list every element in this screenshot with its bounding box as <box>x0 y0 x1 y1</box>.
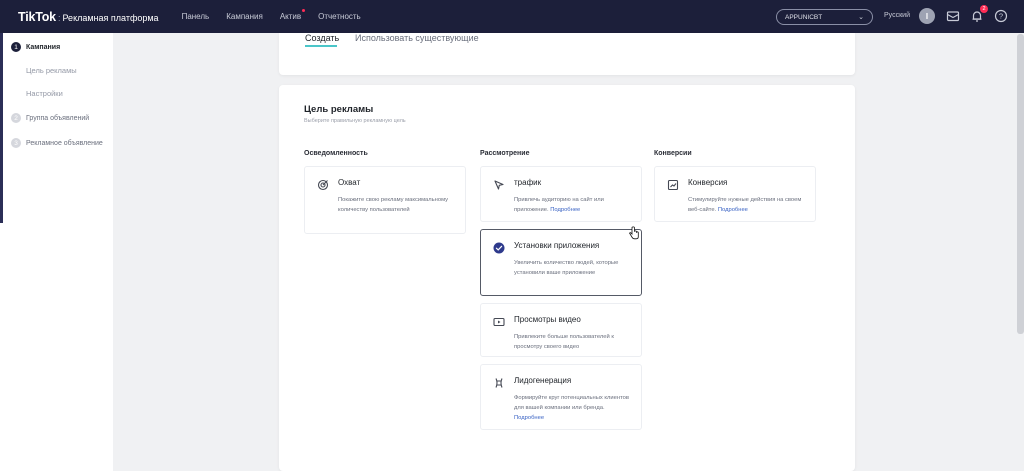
video-icon <box>493 317 505 327</box>
tab-create[interactable]: Создать <box>305 33 339 43</box>
cursor-arrow-icon <box>494 180 504 190</box>
sidebar-substep-goal[interactable]: Цель рекламы <box>26 66 77 75</box>
lead-icon <box>495 378 503 388</box>
learn-more-link[interactable]: Подробнее <box>514 415 544 421</box>
nav-reporting[interactable]: Отчетность <box>318 12 361 21</box>
campaign-tabs-card: Создать Использовать существующие <box>279 33 855 75</box>
tiktok-ads-logo[interactable]: TikTok : Рекламная платформа <box>18 10 159 24</box>
step-label: Кампания <box>26 43 61 51</box>
objective-description: Формируйте круг потенциальных клиентов д… <box>514 395 629 421</box>
svg-text:?: ? <box>999 12 1003 21</box>
nav-campaign[interactable]: Кампания <box>226 12 263 21</box>
account-name: APPUNICBT <box>785 13 823 21</box>
column-header-conversions: Конверсии <box>654 150 692 157</box>
sidebar-step-adgroup[interactable]: 2 Группа объявлений <box>11 113 89 123</box>
sidebar-step-campaign[interactable]: 1 Кампания <box>11 42 60 52</box>
objective-title: Охват <box>338 178 361 187</box>
step-number: 3 <box>11 138 21 148</box>
main-nav: Панель Кампания Актив Отчетность <box>182 9 378 21</box>
learn-more-link[interactable]: Подробнее <box>550 207 580 213</box>
check-circle-icon <box>493 242 505 254</box>
objective-title: Установки приложения <box>514 241 600 250</box>
chevron-down-icon: ⌄ <box>858 14 864 21</box>
step-label: Рекламное объявление <box>26 139 103 147</box>
step-number: 1 <box>11 42 21 52</box>
advertising-goal-card: Цель рекламы Выберите правильную рекламн… <box>279 85 855 471</box>
sidebar-step-ad[interactable]: 3 Рекламное объявление <box>11 138 103 148</box>
learn-more-link[interactable]: Подробнее <box>718 207 748 213</box>
step-label: Группа объявлений <box>26 114 90 122</box>
tab-use-existing[interactable]: Использовать существующие <box>355 33 479 43</box>
section-subtitle: Выберите правильную рекламную цель <box>304 118 406 124</box>
objective-card-traffic[interactable]: трафик Привлечь аудиторию на сайт или пр… <box>480 166 642 222</box>
mail-icon[interactable] <box>946 9 960 23</box>
avatar[interactable]: I <box>919 8 935 24</box>
logo-main-text: TikTok <box>18 9 56 24</box>
objective-card-lead-generation[interactable]: Лидогенерация Формируйте круг потенциаль… <box>480 364 642 430</box>
objective-card-app-installs[interactable]: Установки приложения Увеличить количеств… <box>480 229 642 296</box>
objective-description: Стимулируйте нужные действия на своем ве… <box>688 197 802 213</box>
sidebar-edge <box>0 33 3 223</box>
tab-active-underline <box>305 45 337 47</box>
reach-icon <box>317 179 329 191</box>
conversion-icon <box>667 179 679 191</box>
objective-title: трафик <box>514 178 542 187</box>
account-selector[interactable]: APPUNICBT ⌄ <box>776 9 873 25</box>
objective-title: Лидогенерация <box>514 376 572 385</box>
section-title: Цель рекламы <box>304 104 374 115</box>
page-scrollbar[interactable] <box>1017 34 1024 334</box>
nav-assets-dot <box>302 9 306 12</box>
column-header-awareness: Осведомленность <box>304 150 368 157</box>
logo-separator: : <box>57 12 61 23</box>
objective-card-conversion[interactable]: Конверсия Стимулируйте нужные действия н… <box>654 166 816 222</box>
logo-sub-text: Рекламная платформа <box>62 12 159 23</box>
step-number: 2 <box>11 113 21 123</box>
language-selector[interactable]: Русский <box>884 12 910 19</box>
nav-assets-label: Актив <box>279 12 302 21</box>
left-sidebar <box>0 33 113 471</box>
objective-card-reach[interactable]: Охват Покажите свою рекламу максимальном… <box>304 166 466 234</box>
hand-pointer-icon <box>629 226 639 240</box>
sidebar-substep-settings[interactable]: Настройки <box>26 89 63 98</box>
objective-card-video-views[interactable]: Просмотры видео Привлеките больше пользо… <box>480 303 642 357</box>
objective-description: Покажите свою рекламу максимальному коли… <box>338 197 449 213</box>
nav-dashboard[interactable]: Панель <box>182 12 210 21</box>
notification-badge: 2 <box>980 5 988 13</box>
objective-description: Привлеките больше пользователей к просмо… <box>514 334 614 350</box>
column-header-consideration: Рассмотрение <box>480 150 530 157</box>
objective-description: Привлечь аудиторию на сайт или приложени… <box>514 197 604 213</box>
objective-title: Просмотры видео <box>514 315 581 324</box>
help-icon[interactable]: ? <box>994 9 1008 23</box>
nav-assets[interactable]: Актив <box>279 9 306 21</box>
objective-title: Конверсия <box>688 178 728 187</box>
objective-description: Увеличить количество людей, которые уста… <box>514 260 619 276</box>
